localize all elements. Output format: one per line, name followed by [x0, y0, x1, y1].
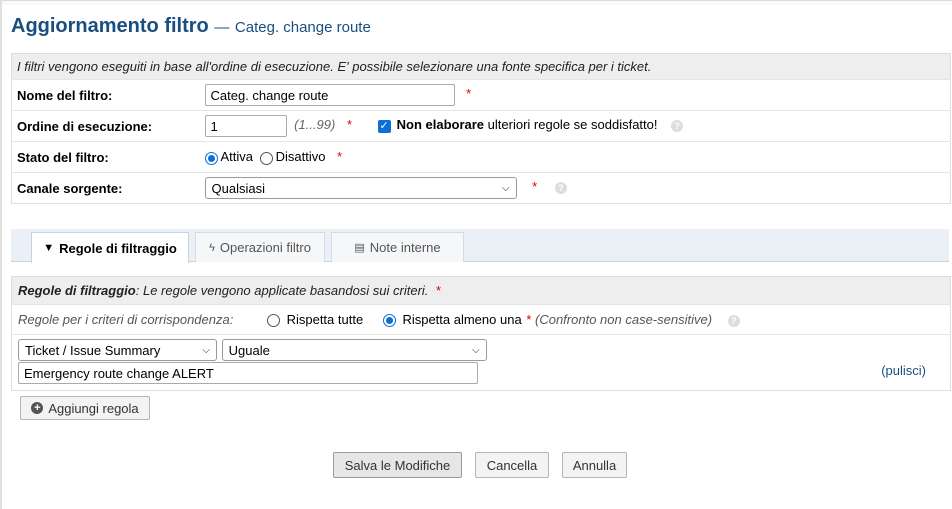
- note-icon: ▤: [354, 242, 365, 254]
- match-all-label: Rispetta tutte: [286, 311, 364, 327]
- help-icon[interactable]: ?: [671, 120, 684, 132]
- add-rule-button[interactable]: + Aggiungi regola: [20, 396, 150, 420]
- chevron-down-icon: ⌵: [202, 344, 210, 356]
- page-title-text: Aggiornamento filtro: [11, 15, 209, 37]
- tab-filter-rules-label: Regole di filtraggio: [59, 240, 177, 256]
- title-dash: —: [214, 19, 230, 36]
- rules-header-title: Regole di filtraggio: [18, 283, 136, 298]
- rules-header-desc: : Le regole vengono applicate basandosi …: [135, 283, 429, 298]
- tab-internal-notes[interactable]: ▤ Note interne: [331, 232, 464, 262]
- filter-form: I filtri vengono eseguiti in base all'or…: [11, 53, 951, 204]
- source-channel-select[interactable]: Qualsiasi ⌵: [204, 177, 517, 199]
- stop-processing-option[interactable]: ✓ Non elaborare ulteriori regole se soddi…: [377, 117, 661, 133]
- required-mark: *: [526, 311, 532, 327]
- chevron-down-icon: ⌵: [501, 182, 510, 194]
- state-active-radio[interactable]: [204, 151, 218, 165]
- order-hint: (1...99): [294, 117, 336, 133]
- rule-operator-select[interactable]: Uguale ⌵: [221, 339, 487, 361]
- reset-button[interactable]: Cancella: [475, 452, 549, 478]
- rules-table: Regole di filtraggio: Le regole vengono …: [11, 276, 951, 391]
- rule-value-input[interactable]: [18, 362, 478, 384]
- required-mark: *: [346, 117, 352, 133]
- tab-filter-rules[interactable]: ▼ Regole di filtraggio: [31, 232, 189, 263]
- tab-filter-actions-label: Operazioni filtro: [219, 240, 311, 255]
- tab-internal-notes-label: Note interne: [369, 240, 441, 255]
- required-mark: *: [466, 86, 472, 102]
- bolt-icon: ϟ: [209, 241, 215, 254]
- save-button[interactable]: Salva le Modifiche: [333, 452, 462, 478]
- tab-bar: ▼ Regole di filtraggio ϟ Operazioni filtro…: [11, 229, 949, 263]
- match-criteria-label: Regole per i criteri di corrispondenza:: [18, 311, 234, 327]
- left-border: [0, 0, 2, 509]
- name-label: Nome del filtro:: [11, 79, 200, 111]
- stop-processing-checkbox[interactable]: ✓: [377, 119, 391, 133]
- rule-field-value: Ticket / Issue Summary: [25, 342, 161, 358]
- clear-rule-link[interactable]: (pulisci): [881, 363, 926, 378]
- state-active-label: Attiva: [220, 149, 254, 165]
- match-all-radio[interactable]: [266, 314, 280, 328]
- rules-header: Regole di filtraggio: Le regole vengono …: [11, 276, 951, 305]
- state-inactive-label: Disattivo: [275, 149, 326, 165]
- help-icon[interactable]: ?: [554, 182, 567, 194]
- page-subtitle: Categ. change route: [234, 19, 371, 36]
- tab-filter-actions[interactable]: ϟ Operazioni filtro: [195, 232, 325, 262]
- order-label: Ordine di esecuzione:: [11, 110, 200, 142]
- channel-label: Canale sorgente:: [11, 172, 200, 204]
- filter-icon: ▼: [43, 242, 55, 254]
- page-title: Aggiornamento filtro — Categ. change rou…: [11, 15, 371, 38]
- rule-field-select[interactable]: Ticket / Issue Summary ⌵: [18, 339, 217, 361]
- help-icon[interactable]: ?: [727, 314, 740, 327]
- required-mark: *: [337, 149, 343, 165]
- state-label: Stato del filtro:: [11, 141, 200, 173]
- rule-operator-value: Uguale: [228, 342, 270, 358]
- match-any-radio[interactable]: [382, 314, 396, 328]
- source-channel-value: Qualsiasi: [211, 180, 265, 196]
- match-any-label: Rispetta almeno una: [402, 311, 522, 327]
- filter-name-input[interactable]: [204, 84, 455, 106]
- top-border: [0, 0, 952, 5]
- execution-order-input[interactable]: [204, 115, 287, 137]
- required-mark: *: [532, 179, 538, 195]
- stop-processing-label: ulteriori regole se soddisfatto!: [487, 117, 658, 133]
- chevron-down-icon: ⌵: [472, 344, 480, 356]
- stop-processing-bold: Non elaborare: [396, 117, 485, 133]
- case-note: (Confronto non case-sensitive): [535, 311, 713, 327]
- add-rule-label: Aggiungi regola: [48, 400, 139, 416]
- cancel-button[interactable]: Annulla: [562, 452, 627, 478]
- required-mark: *: [436, 283, 442, 298]
- state-inactive-radio[interactable]: [259, 151, 273, 165]
- form-info: I filtri vengono eseguiti in base all'or…: [11, 53, 951, 80]
- plus-circle-icon: +: [31, 402, 44, 414]
